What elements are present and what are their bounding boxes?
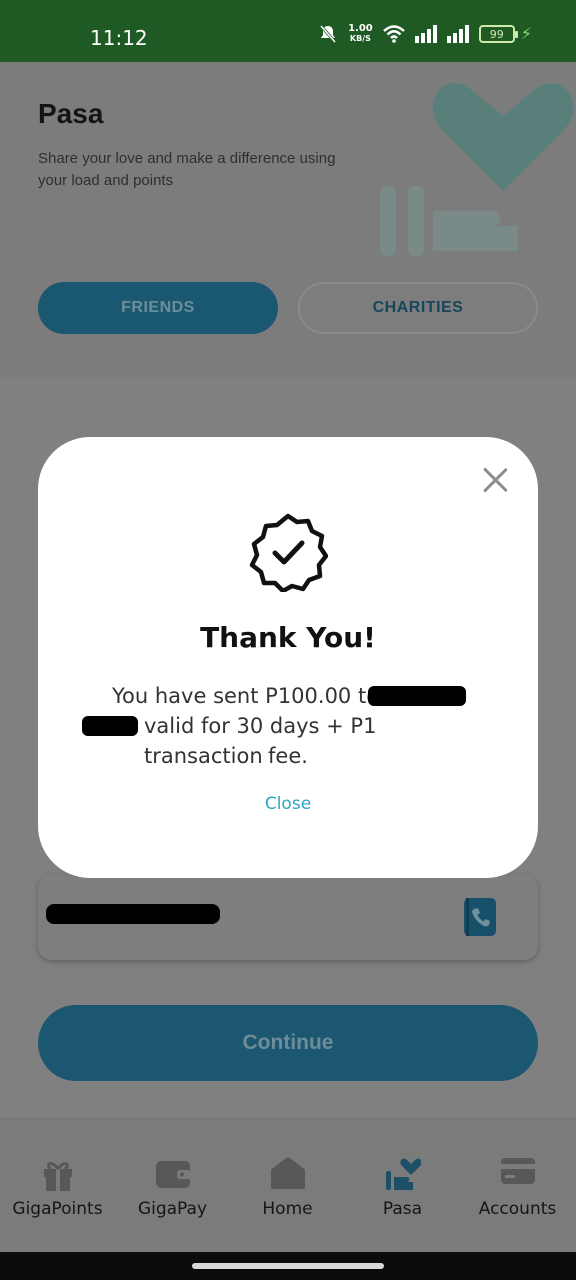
page-subtitle: Share your love and make a difference us… — [38, 150, 336, 189]
nav-item-pasa[interactable]: Pasa — [345, 1119, 460, 1253]
status-bar: 11:12 1.00 KB/S 99 ⚡ — [0, 0, 576, 62]
wallet-icon — [155, 1161, 191, 1188]
message-line-3: fee. — [80, 741, 496, 771]
nav-item-gigapay[interactable]: GigaPay — [115, 1119, 230, 1253]
message-line-2: valid for 30 days + P1 transaction — [80, 711, 496, 768]
battery-level: 99 — [489, 27, 504, 41]
signal-icon-1 — [414, 25, 437, 43]
gesture-bar-area — [0, 1252, 576, 1280]
close-icon[interactable] — [482, 467, 508, 493]
wifi-icon — [382, 25, 405, 43]
home-gesture-bar[interactable] — [192, 1263, 384, 1269]
net-speed: 1.00 KB/S — [348, 24, 373, 44]
battery-icon: 99 — [478, 25, 518, 43]
close-link[interactable]: Close — [38, 794, 538, 814]
nav-item-gigapoints[interactable]: GigaPoints — [0, 1119, 115, 1253]
charging-icon: ⚡ — [520, 26, 532, 43]
redacted-recipient-number — [82, 716, 138, 736]
dialog-title: Thank You! — [200, 621, 376, 654]
status-icons: 1.00 KB/S 99 ⚡ — [318, 24, 532, 44]
nav-label-pasa: Pasa — [382, 1199, 423, 1219]
pasa-tabs: FRIENDS CHARITIES — [38, 282, 538, 334]
message-line-1: You have sent P100.00 to — [80, 681, 496, 711]
card-icon — [500, 1158, 535, 1184]
signal-icon-2 — [446, 25, 469, 43]
contacts-book-icon[interactable] — [464, 898, 496, 936]
dialog-message: You have sent P100.00 to valid for 30 da… — [80, 681, 496, 771]
redacted-recipient-name — [368, 686, 466, 706]
nav-label-gigapoints: GigaPoints — [12, 1199, 103, 1219]
message-text-3: fee. — [268, 744, 308, 768]
nav-item-home[interactable]: Home — [230, 1119, 345, 1253]
mute-bell-icon — [319, 25, 337, 43]
mobile-number-field[interactable] — [38, 874, 538, 960]
bottom-nav: GigaPoints GigaPay Home Pasa Accounts — [0, 1118, 576, 1252]
success-dialog: Thank You! You have sent P100.00 to vali… — [38, 437, 538, 878]
tab-friends[interactable]: FRIENDS — [38, 282, 278, 334]
nav-label-accounts: Accounts — [478, 1199, 557, 1219]
page-title: Pasa — [38, 98, 104, 129]
message-text-1: You have sent P100.00 to — [112, 684, 380, 708]
gift-icon — [43, 1162, 72, 1191]
hand-heart-illustration — [380, 83, 574, 256]
continue-button[interactable]: Continue — [38, 1005, 538, 1081]
net-speed-unit: KB/S — [349, 34, 371, 43]
status-time: 11:12 — [90, 26, 148, 50]
net-speed-value: 1.00 — [348, 23, 373, 34]
pasa-heart-icon — [385, 1158, 421, 1190]
nav-item-accounts[interactable]: Accounts — [460, 1119, 575, 1253]
verified-badge-icon — [249, 513, 328, 592]
nav-label-gigapay: GigaPay — [137, 1199, 208, 1219]
home-icon — [270, 1157, 305, 1189]
redacted-number — [46, 904, 220, 924]
tab-charities[interactable]: CHARITIES — [298, 282, 538, 334]
nav-label-home: Home — [262, 1199, 313, 1219]
hero-section: Pasa Share your love and make a differen… — [0, 62, 576, 382]
